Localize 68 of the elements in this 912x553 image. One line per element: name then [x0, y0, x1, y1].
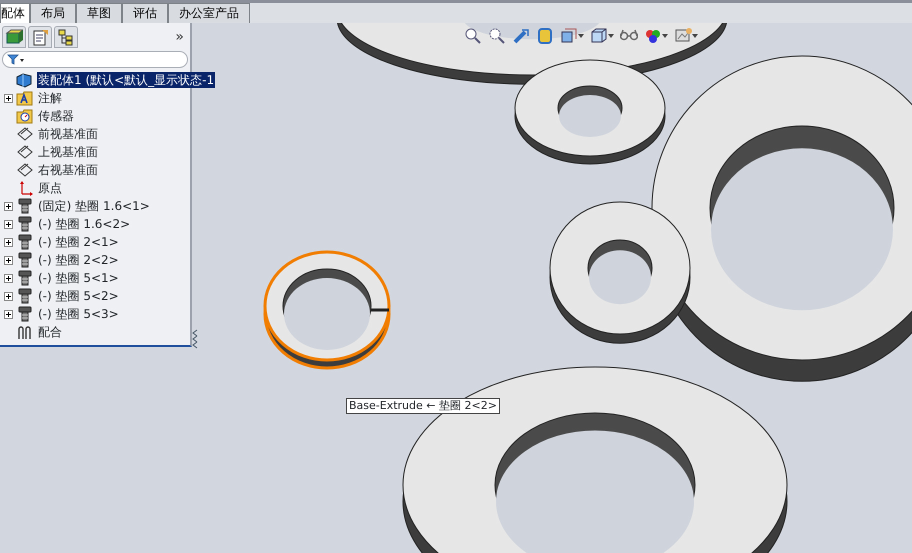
color-balls-icon — [644, 27, 662, 45]
folder-icon — [16, 108, 34, 124]
tree-item[interactable]: 原点 — [37, 180, 63, 196]
caret-icon — [608, 34, 614, 38]
tree-item[interactable]: 传感器 — [37, 108, 75, 124]
zoom-icon — [488, 27, 506, 45]
plane-icon — [16, 126, 34, 142]
expand-icon[interactable] — [4, 220, 13, 228]
tree-item[interactable]: (-) 垫圈 5<2> — [37, 288, 120, 304]
arrow-icon — [512, 27, 530, 45]
collapse-handle-icon — [192, 328, 198, 350]
cube-icon — [560, 27, 578, 45]
screw-icon — [16, 252, 34, 268]
tree-item[interactable]: (-) 垫圈 5<1> — [37, 270, 120, 286]
tree-icon — [57, 28, 75, 46]
tree-item[interactable]: 装配体1 (默认<默认_显示状态-1 — [37, 72, 216, 88]
expand-icon[interactable] — [4, 238, 13, 246]
caret-icon — [692, 34, 698, 38]
expand-icon[interactable] — [4, 292, 13, 300]
tree-item[interactable]: 右视基准面 — [37, 162, 99, 178]
cube-icon — [590, 27, 608, 45]
expand-icon[interactable] — [4, 274, 13, 282]
screw-icon — [16, 234, 34, 250]
expand-icon[interactable] — [4, 256, 13, 264]
ribbon-tab[interactable]: 布局 — [30, 3, 76, 23]
tree-item[interactable]: 注解 — [37, 90, 63, 106]
zoom-icon — [464, 27, 482, 45]
toolbar-button[interactable] — [560, 27, 584, 45]
toolbar-button[interactable] — [644, 27, 668, 45]
tree-item[interactable]: (-) 垫圈 2<2> — [37, 252, 120, 268]
screw-icon — [16, 198, 34, 214]
ribbon-tab[interactable]: 草图 — [76, 3, 122, 23]
assembly-icon — [5, 28, 23, 46]
expand-icon[interactable] — [4, 94, 13, 102]
plane-icon — [16, 162, 34, 178]
expand-icon[interactable] — [4, 202, 13, 210]
tree-item[interactable]: (-) 垫圈 2<1> — [37, 234, 120, 250]
filter-field[interactable] — [2, 51, 188, 68]
tree-item[interactable]: (-) 垫圈 1.6<2> — [37, 216, 132, 232]
ribbon-tab[interactable]: 办公室产品 — [168, 3, 250, 23]
screw-icon — [16, 216, 34, 232]
caret-icon — [662, 34, 668, 38]
panel-tab[interactable] — [54, 26, 78, 48]
tooltip: Base-Extrude ← 垫圈 2<2> — [346, 398, 500, 414]
more-button[interactable]: » — [171, 26, 188, 48]
filter-icon — [7, 54, 25, 65]
tree-item[interactable]: 配合 — [37, 324, 63, 340]
folder-icon — [16, 90, 34, 106]
assembly-icon — [16, 72, 34, 88]
ribbon-tab[interactable]: 配体 — [0, 3, 30, 23]
toolbar-button[interactable] — [488, 27, 506, 45]
expand-icon[interactable] — [4, 310, 13, 318]
tree-item[interactable]: (固定) 垫圈 1.6<1> — [37, 198, 151, 214]
screw-icon — [16, 306, 34, 322]
panel-tab[interactable] — [2, 26, 26, 48]
plane-icon — [16, 144, 34, 160]
ribbon-tab[interactable]: 评估 — [122, 3, 168, 23]
document-icon — [31, 28, 49, 46]
section-icon — [536, 27, 554, 45]
tree-item[interactable]: 前视基准面 — [37, 126, 99, 142]
panel-tab[interactable] — [28, 26, 52, 48]
tree-item[interactable]: (-) 垫圈 5<3> — [37, 306, 120, 322]
tree-item[interactable]: 上视基准面 — [37, 144, 99, 160]
toolbar-button[interactable] — [464, 27, 482, 45]
screw-icon — [16, 288, 34, 304]
screw-icon — [16, 270, 34, 286]
caret-icon — [578, 34, 584, 38]
toolbar-button[interactable] — [590, 27, 614, 45]
